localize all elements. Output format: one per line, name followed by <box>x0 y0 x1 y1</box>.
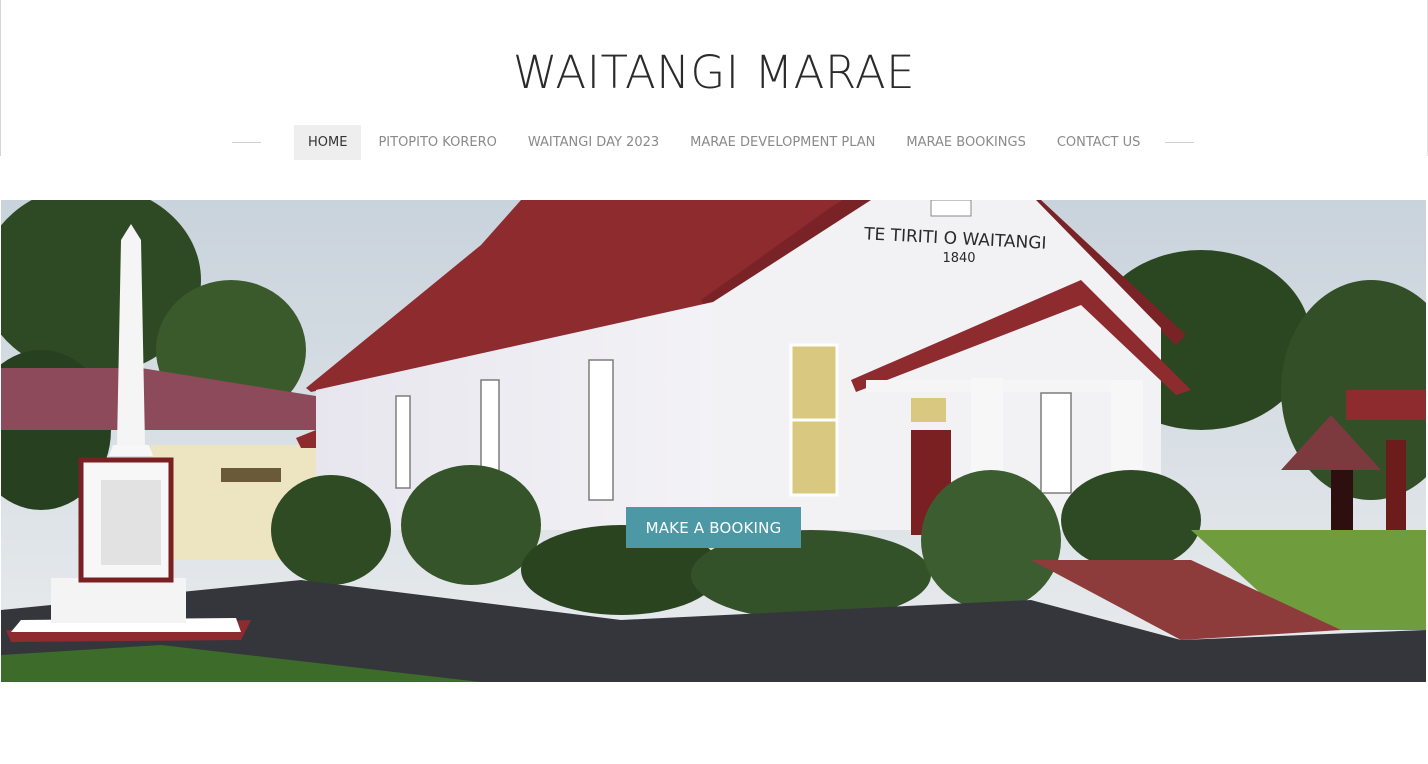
make-a-booking-button[interactable]: MAKE A BOOKING <box>626 507 801 548</box>
nav-left-divider <box>232 142 261 143</box>
nav-right-divider <box>1165 142 1194 143</box>
nav-item-marae-development-plan[interactable]: MARAE DEVELOPMENT PLAN <box>676 125 889 160</box>
nav-item-marae-bookings[interactable]: MARAE BOOKINGS <box>892 125 1039 160</box>
nav-item-home[interactable]: HOME <box>294 125 362 160</box>
hero-image: TE TIRITI O WAITANGI 1840 <box>1 200 1426 682</box>
site-title[interactable]: WAITANGI MARAE <box>0 46 1428 100</box>
hero-banner: TE TIRITI O WAITANGI 1840 <box>1 200 1426 682</box>
nav-item-contact-us[interactable]: CONTACT US <box>1043 125 1155 160</box>
nav-item-pitopito-korero[interactable]: PITOPITO KORERO <box>364 125 510 160</box>
nav-items: HOME PITOPITO KORERO WAITANGI DAY 2023 M… <box>294 125 1157 160</box>
nav-item-waitangi-day-2023[interactable]: WAITANGI DAY 2023 <box>514 125 673 160</box>
hall-sign-line2: 1840 <box>942 251 975 266</box>
main-navigation: HOME PITOPITO KORERO WAITANGI DAY 2023 M… <box>232 125 1194 160</box>
